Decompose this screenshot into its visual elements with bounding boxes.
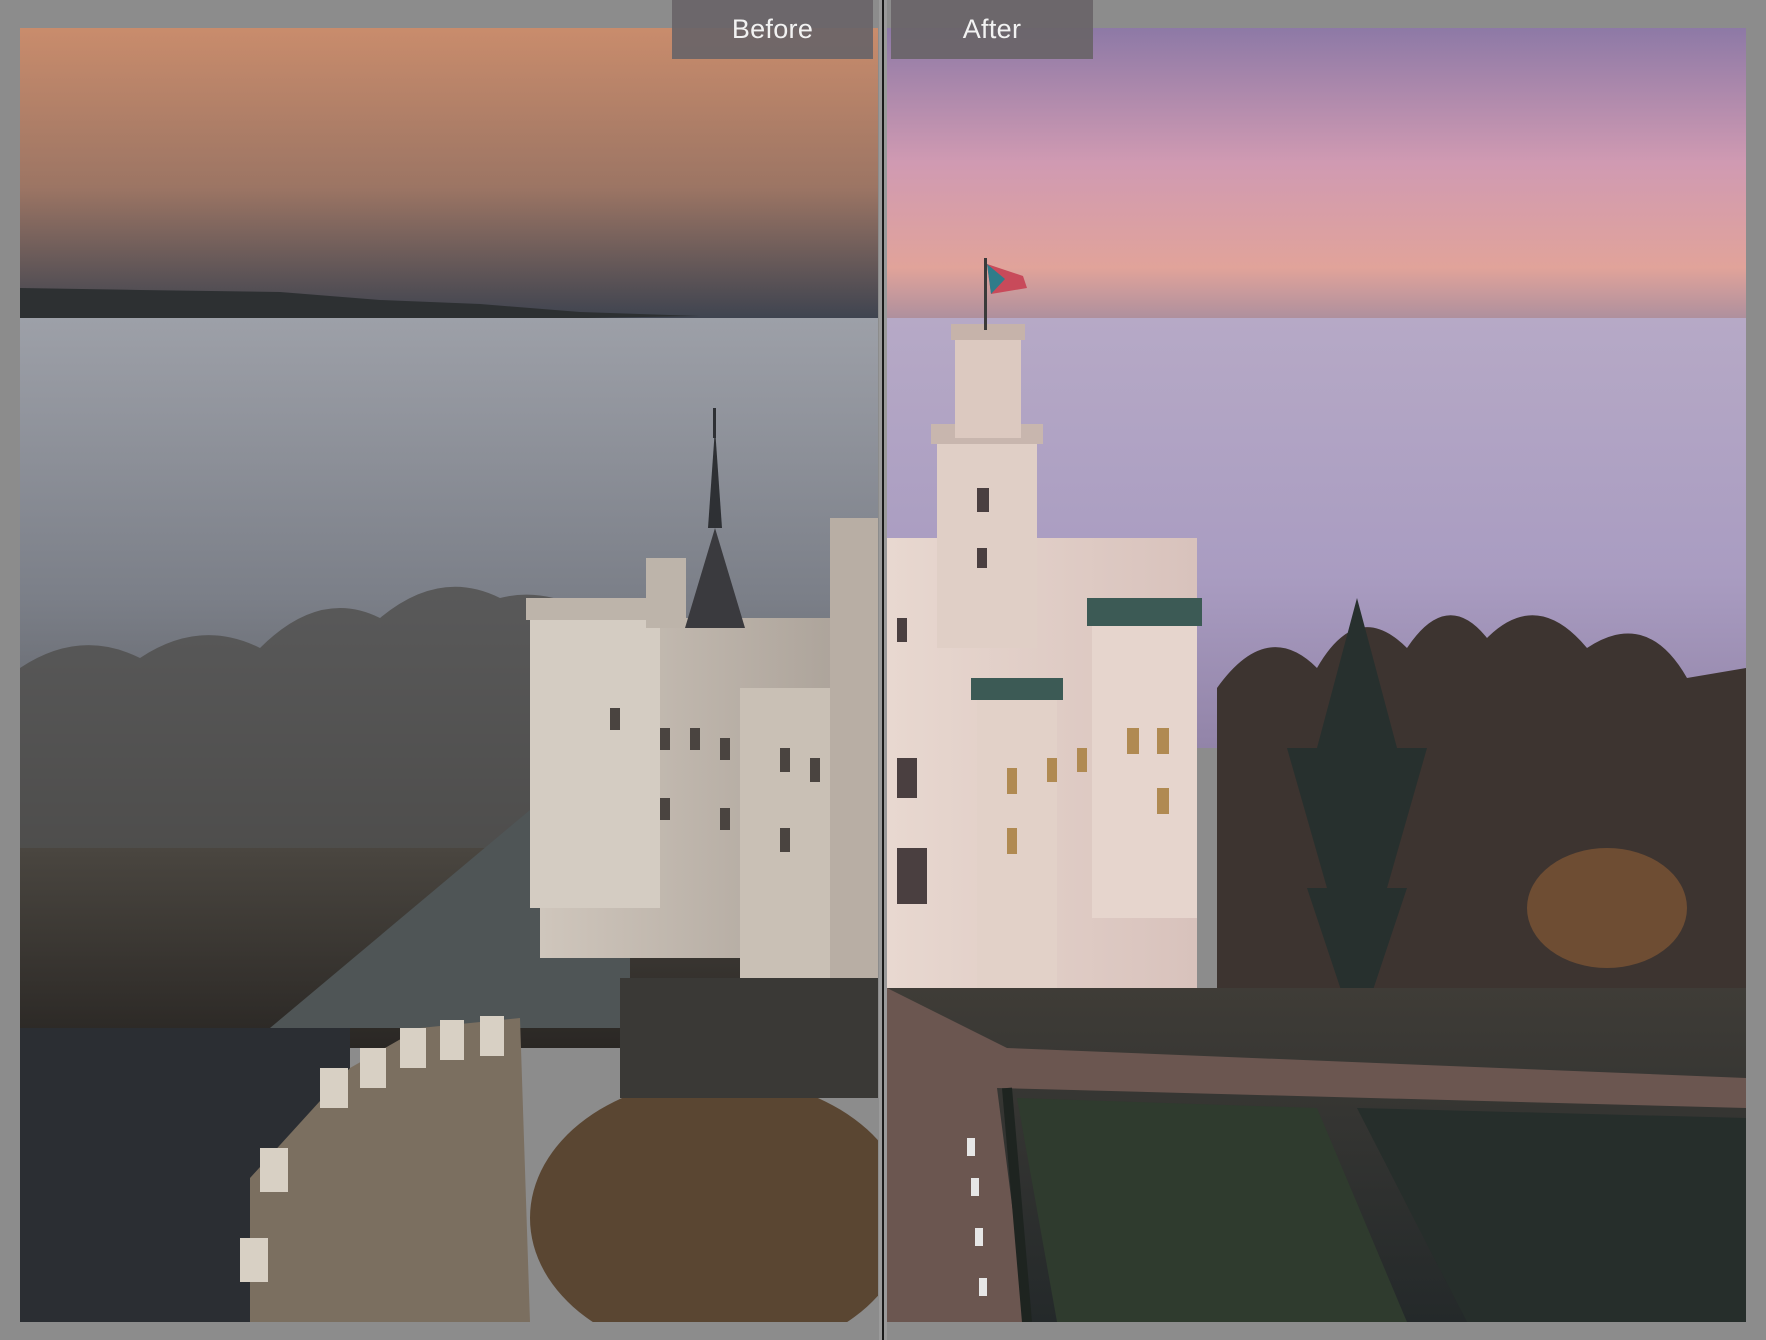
before-photo bbox=[20, 28, 878, 1322]
divider-line bbox=[882, 0, 884, 1340]
after-label-text: After bbox=[962, 14, 1022, 44]
after-photo bbox=[887, 28, 1746, 1322]
before-label-text: Before bbox=[731, 14, 814, 44]
before-label: Before bbox=[672, 0, 873, 59]
split-divider[interactable] bbox=[879, 0, 887, 1340]
before-image-panel bbox=[20, 28, 878, 1322]
after-label: After bbox=[891, 0, 1093, 59]
before-after-view: Before After bbox=[0, 0, 1766, 1340]
after-image-panel bbox=[887, 28, 1746, 1322]
